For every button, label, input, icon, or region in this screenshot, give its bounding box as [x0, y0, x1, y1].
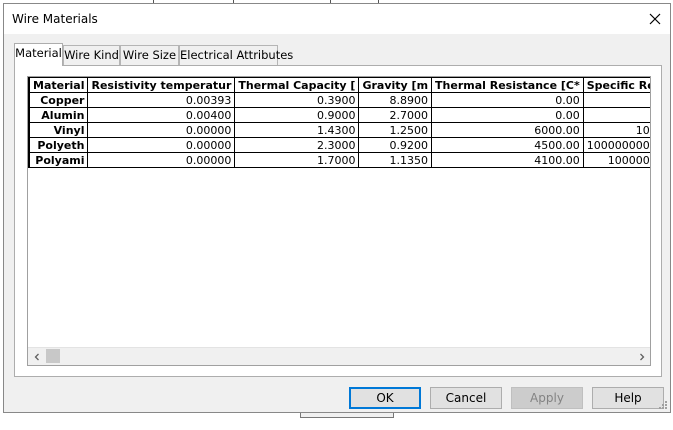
material-name-cell[interactable]: Polyami [28, 152, 89, 168]
background-fragment [300, 413, 394, 418]
table-row: Vinyl 0.00000 1.4300 1.2500 6000.00 1000… [28, 122, 650, 138]
material-name-cell[interactable]: Vinyl [28, 122, 89, 138]
table-row: Copper 0.00393 0.3900 8.8900 0.00 0 [28, 92, 650, 108]
table-cell[interactable]: 1.2500 [358, 122, 433, 138]
table-cell[interactable]: 1.1350 [358, 152, 433, 168]
material-name-cell[interactable]: Polyeth [28, 137, 89, 153]
column-header[interactable]: Specific Resistance [ [582, 77, 650, 93]
table-cell[interactable]: 1.7000 [234, 152, 360, 168]
wire-materials-dialog: Wire Materials Material Wire Kind Wire S… [3, 3, 671, 413]
title-bar: Wire Materials [4, 4, 670, 34]
scrollbar-thumb[interactable] [46, 349, 60, 363]
table-cell[interactable]: 0.00000 [87, 122, 236, 138]
table-cell[interactable]: 8.8900 [358, 92, 433, 108]
table-cell[interactable]: 1000000000000 [582, 122, 650, 138]
material-name-cell[interactable]: Copper [28, 92, 89, 108]
close-icon [649, 13, 661, 25]
header-row: Material Resistivity temperatur Thermal … [28, 77, 650, 93]
materials-table: Material Resistivity temperatur Thermal … [28, 77, 650, 168]
resize-grip-icon[interactable] [658, 400, 668, 410]
table-cell[interactable]: 4500.00 [431, 137, 584, 153]
horizontal-scrollbar[interactable] [28, 347, 650, 365]
column-header[interactable]: Material [28, 77, 89, 93]
ok-button[interactable]: OK [349, 387, 421, 409]
table-cell[interactable]: 0 [582, 92, 650, 108]
close-button[interactable] [640, 4, 670, 34]
table-row: Polyeth 0.00000 2.3000 0.9200 4500.00 10… [28, 137, 650, 153]
cancel-button[interactable]: Cancel [430, 387, 502, 409]
material-name-cell[interactable]: Alumin [28, 107, 89, 123]
table-cell[interactable]: 1.4300 [234, 122, 360, 138]
table-cell[interactable]: 0.9200 [358, 137, 433, 153]
table-cell[interactable]: 0.00000 [87, 137, 236, 153]
table-cell[interactable]: 0 [582, 107, 650, 123]
table-row: Polyami 0.00000 1.7000 1.1350 4100.00 10… [28, 152, 650, 168]
table-cell[interactable]: 0.00000 [87, 152, 236, 168]
column-header[interactable]: Thermal Capacity [ [234, 77, 360, 93]
window-title: Wire Materials [12, 12, 98, 26]
chevron-right-icon [639, 353, 644, 360]
column-header[interactable]: Thermal Resistance [C* [431, 77, 584, 93]
apply-button: Apply [511, 387, 583, 409]
chevron-left-icon [34, 353, 39, 360]
column-header[interactable]: Resistivity temperatur [87, 77, 236, 93]
table-cell[interactable]: 4100.00 [431, 152, 584, 168]
table-cell[interactable]: 6000.00 [431, 122, 584, 138]
scroll-left-button[interactable] [28, 348, 45, 365]
tab-wire-kind[interactable]: Wire Kind [63, 45, 120, 65]
column-header[interactable]: Gravity [m [358, 77, 433, 93]
scroll-right-button[interactable] [633, 348, 650, 365]
tab-electrical-attributes[interactable]: Electrical Attributes [179, 45, 293, 65]
table-cell[interactable]: 0.00393 [87, 92, 236, 108]
table-cell[interactable]: 0.00 [431, 107, 584, 123]
table-cell[interactable]: 0.00400 [87, 107, 236, 123]
table-cell[interactable]: 2.7000 [358, 107, 433, 123]
table-cell[interactable]: 0.00 [431, 92, 584, 108]
table-cell[interactable]: 0.9000 [234, 107, 360, 123]
table-cell[interactable]: 10000000000000000 [582, 152, 650, 168]
materials-grid[interactable]: Material Resistivity temperatur Thermal … [27, 76, 651, 366]
material-tab-panel: Material Resistivity temperatur Thermal … [14, 65, 662, 377]
table-row: Alumin 0.00400 0.9000 2.7000 0.00 0 [28, 107, 650, 123]
table-cell[interactable]: 2.3000 [234, 137, 360, 153]
help-button[interactable]: Help [592, 387, 664, 409]
table-cell[interactable]: 0.3900 [234, 92, 360, 108]
tab-wire-size[interactable]: Wire Size [120, 45, 179, 65]
tab-material[interactable]: Material [14, 43, 63, 66]
table-cell[interactable]: 10000000000000000000 [582, 137, 650, 153]
